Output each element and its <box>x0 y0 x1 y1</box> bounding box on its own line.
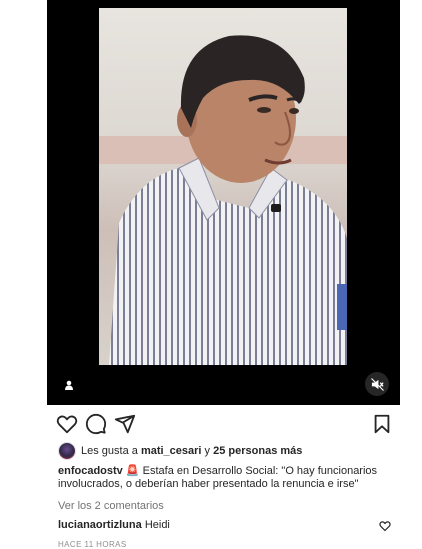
comment-item: lucianaortizluna Heidi <box>58 519 393 533</box>
comment-bubble-icon <box>85 413 107 435</box>
comment-button[interactable] <box>85 413 107 435</box>
share-button[interactable] <box>114 413 136 435</box>
video-frame <box>99 8 347 365</box>
comment-username[interactable]: lucianaortizluna <box>58 519 142 531</box>
likes-summary: Les gusta a mati_cesari y 25 personas má… <box>58 442 302 460</box>
likes-joiner: y <box>204 445 211 457</box>
speaker-muted-icon <box>370 377 384 391</box>
save-button[interactable] <box>371 413 393 435</box>
view-comments-link[interactable]: Ver los 2 comentarios <box>58 500 164 512</box>
user-tag-icon <box>65 380 73 390</box>
video-player[interactable] <box>47 0 400 405</box>
paper-plane-icon <box>114 414 136 434</box>
caption-username[interactable]: enfocadostv <box>58 465 123 477</box>
interviewee-figure <box>99 8 347 365</box>
mute-toggle-button[interactable] <box>365 372 389 396</box>
post-action-bar <box>47 410 400 436</box>
liker-username[interactable]: mati_cesari <box>141 445 202 457</box>
post-caption: enfocadostv 🚨 Estafa en Desarrollo Socia… <box>58 465 383 491</box>
likes-others-count[interactable]: 25 personas más <box>213 445 302 457</box>
instagram-post: Les gusta a mati_cesari y 25 personas má… <box>47 0 400 549</box>
siren-emoji: 🚨 <box>125 465 140 477</box>
comment-text: Heidi <box>144 519 170 531</box>
heart-icon <box>56 415 78 434</box>
bookmark-icon <box>374 414 390 434</box>
likes-prefix: Les gusta a <box>81 445 138 457</box>
like-button[interactable] <box>56 413 78 435</box>
user-tag-button[interactable] <box>58 374 80 396</box>
liker-avatar[interactable] <box>58 442 76 460</box>
heart-icon <box>379 521 391 532</box>
comment-like-button[interactable] <box>379 520 391 532</box>
